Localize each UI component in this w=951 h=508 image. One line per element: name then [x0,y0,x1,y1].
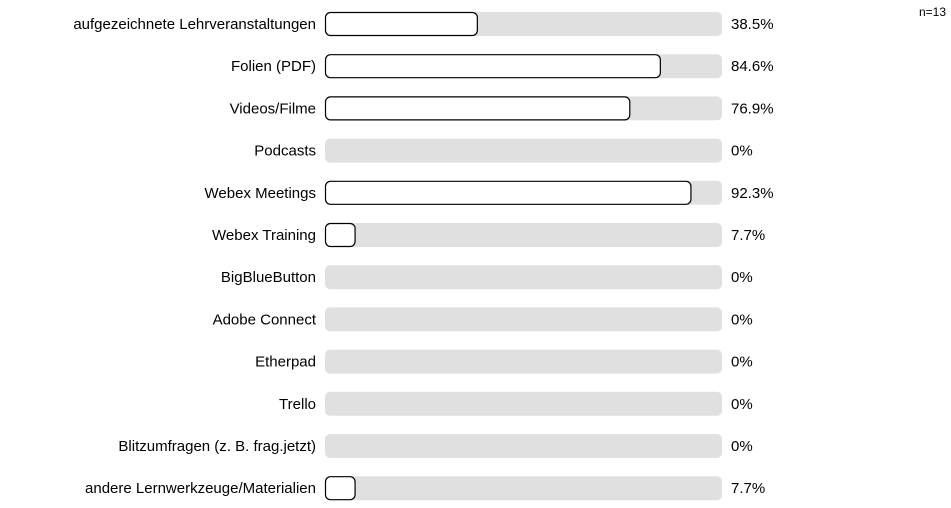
bar-track [325,391,722,416]
value-label: 92.3% [731,185,774,202]
bar-row: Videos/Filme 76.9% [230,96,774,121]
category-label: Adobe Connect [213,311,317,328]
value-label: 84.6% [731,58,774,75]
value-label: 76.9% [731,100,774,117]
bar-row: Blitzumfragen (z. B. frag.jetzt) 0% [118,434,753,458]
value-label: 7.7% [731,227,765,244]
value-label: 0% [731,354,753,371]
value-label: 0% [731,396,753,413]
bar [324,96,631,121]
bar [324,11,478,37]
bar-track [325,307,722,332]
bar-track [325,223,722,247]
category-label: Webex Training [212,227,316,244]
value-label: 0% [731,143,753,160]
bar [324,476,356,501]
category-label: Blitzumfragen (z. B. frag.jetzt) [118,438,316,455]
category-label: Folien (PDF) [231,58,316,75]
bar [324,54,661,79]
bar-row: Etherpad 0% [255,349,753,374]
bar-row: Webex Meetings 92.3% [205,180,774,205]
bar-row: Trello 0% [279,391,753,416]
bar-track [325,138,722,163]
category-label: Webex Meetings [205,185,316,202]
bar-track [325,476,722,501]
bar-chart: n=13 aufgezeichnete Lehrveranstaltungen 3… [73,5,946,501]
bar-row: Podcasts 0% [254,138,753,163]
bar-track [325,434,722,458]
value-label: 0% [731,311,753,328]
bar-row: Adobe Connect 0% [213,307,753,332]
category-label: aufgezeichnete Lehrveranstaltungen [73,16,316,33]
category-label: BigBlueButton [221,269,316,286]
bar-track [325,265,722,290]
bar-row: Folien (PDF) 84.6% [231,54,774,79]
category-label: Podcasts [254,143,316,160]
bar-row: Webex Training 7.7% [212,222,765,248]
category-label: Videos/Filme [230,100,316,117]
sample-size-label: n=13 [919,5,946,19]
category-label: andere Lernwerkzeuge/Materialien [85,480,316,497]
value-label: 0% [731,438,753,455]
bar [324,222,356,248]
bar [324,180,692,205]
bar-row: aufgezeichnete Lehrveranstaltungen 38.5% [73,11,774,37]
bar-row: andere Lernwerkzeuge/Materialien 7.7% [85,476,765,501]
value-label: 38.5% [731,16,774,33]
bar-row: BigBlueButton 0% [221,265,753,290]
value-label: 7.7% [731,480,765,497]
value-label: 0% [731,269,753,286]
bar-track [325,349,722,374]
category-label: Etherpad [255,354,316,371]
category-label: Trello [279,396,316,413]
